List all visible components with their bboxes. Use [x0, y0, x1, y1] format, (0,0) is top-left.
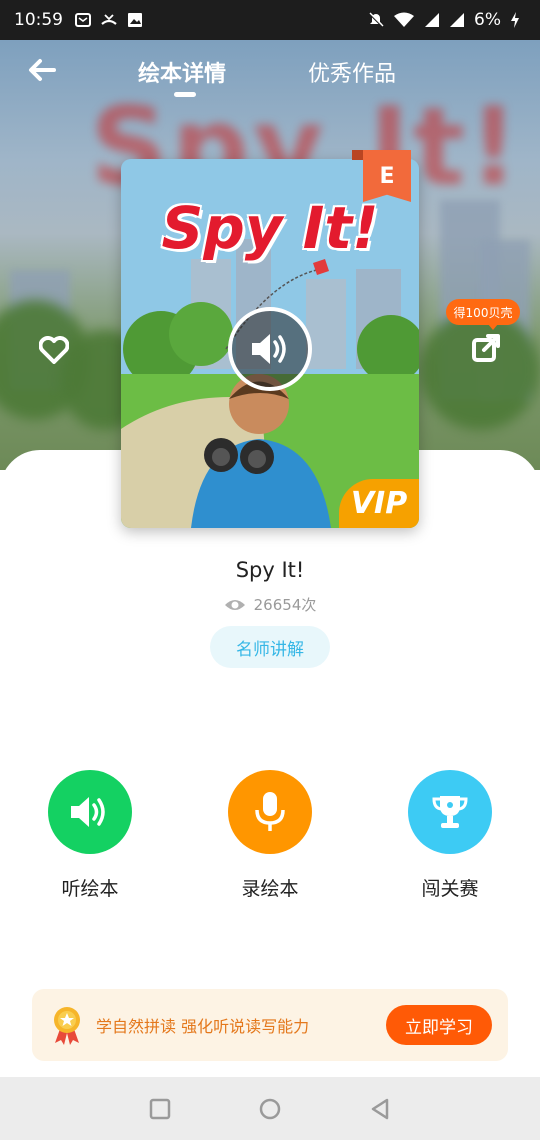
- system-nav-bar: [0, 1077, 540, 1140]
- charging-icon: [511, 12, 519, 28]
- promo-text: 学自然拼读 强化听说读写能力: [96, 1017, 310, 1036]
- wifi-icon: [394, 12, 415, 27]
- record-label: 录绘本: [241, 878, 299, 900]
- study-now-button[interactable]: 立即学习: [386, 1005, 492, 1045]
- teacher-explain-button[interactable]: 名师讲解: [210, 626, 330, 668]
- challenge-circle: [408, 770, 492, 854]
- medal-icon: [54, 1007, 80, 1045]
- status-bar: 10:59 6%: [0, 0, 540, 40]
- share-icon: [472, 334, 500, 362]
- missed-call-icon: [101, 14, 117, 25]
- image-icon: [128, 13, 142, 27]
- microphone-icon: [255, 792, 285, 831]
- mute-icon: [369, 12, 384, 27]
- status-time: 10:59: [14, 10, 63, 30]
- challenge-button[interactable]: 闯关赛: [390, 770, 510, 901]
- tab-excellent-works[interactable]: 优秀作品: [308, 56, 396, 88]
- signal-icon: [425, 13, 440, 27]
- play-audio-button[interactable]: [228, 307, 312, 391]
- back-button[interactable]: [22, 52, 62, 88]
- tab-book-detail[interactable]: 绘本详情: [138, 56, 226, 88]
- recent-apps-icon[interactable]: [148, 1097, 172, 1121]
- back-nav-icon[interactable]: [368, 1097, 392, 1121]
- content-sheet: [0, 450, 540, 1080]
- signal-icon-2: [450, 13, 465, 27]
- level-badge: E: [363, 150, 411, 202]
- trophy-icon: [432, 796, 468, 828]
- cover-title: Spy It!: [161, 194, 379, 262]
- share-reward-bubble: 得100贝壳: [446, 299, 520, 330]
- record-circle: [228, 770, 312, 854]
- view-count-text: 26654次: [253, 596, 317, 614]
- back-arrow-icon: [29, 59, 56, 81]
- listen-label: 听绘本: [61, 878, 119, 900]
- book-title: Spy It!: [235, 558, 305, 582]
- share-button[interactable]: [468, 330, 504, 366]
- vip-tag: VIP: [339, 479, 419, 528]
- speaker-icon: [252, 334, 286, 364]
- speaker-icon: [71, 797, 105, 827]
- listen-book-button[interactable]: 听绘本: [30, 770, 150, 901]
- listen-circle: [48, 770, 132, 854]
- view-count: 26654次: [0, 594, 540, 615]
- level-badge-fold: [352, 150, 363, 160]
- favorite-button[interactable]: [36, 332, 72, 368]
- record-book-button[interactable]: 录绘本: [210, 770, 330, 901]
- challenge-label: 闯关赛: [421, 878, 479, 900]
- top-nav: 绘本详情 优秀作品: [0, 40, 540, 100]
- eye-icon: [224, 599, 245, 610]
- promo-banner[interactable]: 学自然拼读 强化听说读写能力 立即学习: [32, 989, 508, 1061]
- battery-percent: 6%: [474, 10, 501, 30]
- tab-indicator: [174, 92, 196, 97]
- mail-icon: [75, 13, 91, 27]
- heart-icon: [39, 336, 69, 364]
- home-icon[interactable]: [258, 1097, 282, 1121]
